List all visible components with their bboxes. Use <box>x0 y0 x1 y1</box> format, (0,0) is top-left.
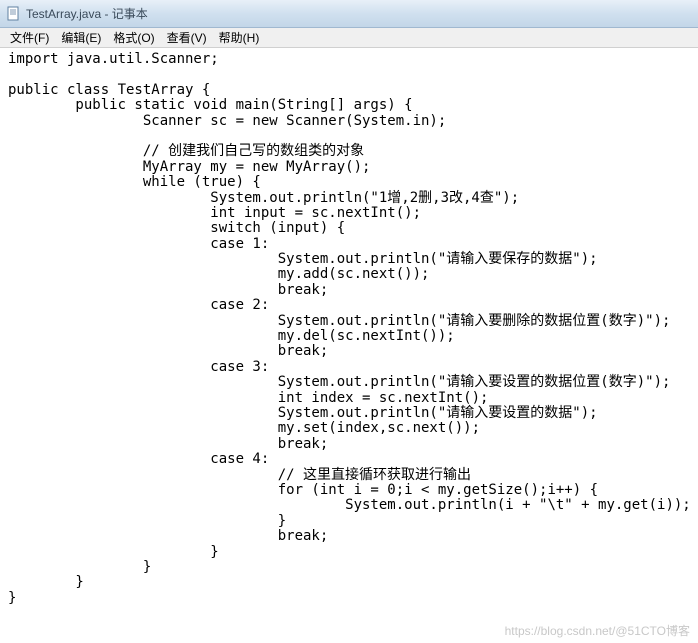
menubar: 文件(F) 编辑(E) 格式(O) 查看(V) 帮助(H) <box>0 28 698 48</box>
menu-view[interactable]: 查看(V) <box>161 27 213 48</box>
window-title: TestArray.java - 记事本 <box>26 5 148 22</box>
watermark: https://blog.csdn.net/@51CTO博客 <box>505 622 690 639</box>
notepad-icon <box>6 6 22 22</box>
menu-edit[interactable]: 编辑(E) <box>55 27 107 48</box>
titlebar: TestArray.java - 记事本 <box>0 0 698 28</box>
menu-file[interactable]: 文件(F) <box>4 27 55 48</box>
menu-format[interactable]: 格式(O) <box>107 27 160 48</box>
menu-help[interactable]: 帮助(H) <box>213 27 266 48</box>
editor-content[interactable]: import java.util.Scanner; public class T… <box>0 48 698 643</box>
